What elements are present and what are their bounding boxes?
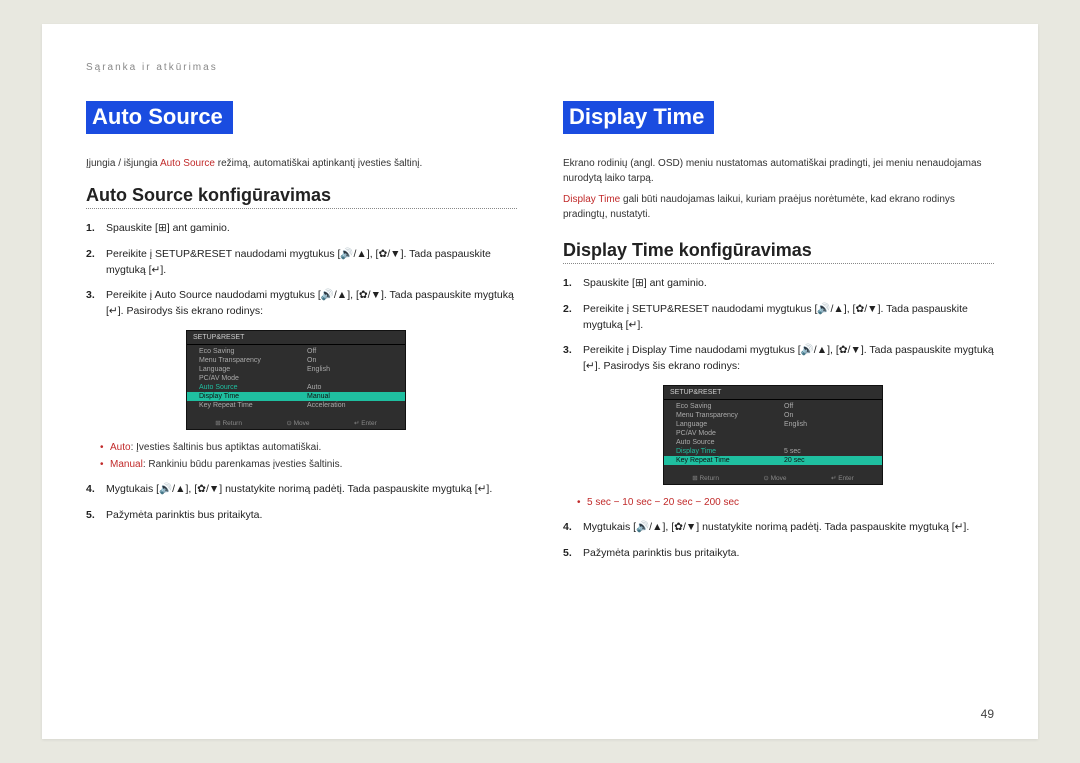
osd-preview-auto-source: SETUP&RESET Eco SavingOffMenu Transparen… bbox=[186, 330, 406, 430]
step-4: 4.Mygtukais [🔊/▲], [✿/▼] nustatykite nor… bbox=[86, 482, 517, 498]
osd-row: Display TimeManual bbox=[187, 392, 405, 401]
osd-row: Auto Source bbox=[664, 438, 882, 447]
osd-row: LanguageEnglish bbox=[187, 365, 405, 374]
subheading-auto-source-config: Auto Source konfigūravimas bbox=[86, 185, 517, 206]
step-1: 1.Spauskite [⊞] ant gaminio. bbox=[86, 221, 517, 237]
step-1: 1.Spauskite [⊞] ant gaminio. bbox=[563, 276, 994, 292]
intro-auto-source: Įjungia / išjungia Auto Source režimą, a… bbox=[86, 156, 517, 171]
page-number: 49 bbox=[981, 707, 994, 721]
option-times: 5 sec − 10 sec − 20 sec − 200 sec bbox=[577, 495, 994, 510]
intro-display-time: Ekrano rodinių (angl. OSD) meniu nustato… bbox=[563, 156, 994, 186]
osd-row: Display Time5 sec bbox=[664, 447, 882, 456]
osd-row: Eco SavingOff bbox=[664, 402, 882, 411]
osd-row: LanguageEnglish bbox=[664, 420, 882, 429]
step-2: 2.Pereikite į SETUP&RESET naudodami mygt… bbox=[86, 247, 517, 279]
osd-row: PC/AV Mode bbox=[664, 429, 882, 438]
rule bbox=[563, 263, 994, 264]
step-3: 3.Pereikite į Display Time naudodami myg… bbox=[563, 343, 994, 375]
osd-preview-display-time: SETUP&RESET Eco SavingOffMenu Transparen… bbox=[663, 385, 883, 485]
osd-row: Menu TransparencyOn bbox=[187, 356, 405, 365]
rule bbox=[86, 208, 517, 209]
option-manual: Manual: Rankiniu būdu parenkamas įvestie… bbox=[100, 457, 517, 472]
col-display-time: Display Time Ekrano rodinių (angl. OSD) … bbox=[563, 101, 994, 571]
step-4: 4.Mygtukais [🔊/▲], [✿/▼] nustatykite nor… bbox=[563, 520, 994, 536]
col-auto-source: Auto Source Įjungia / išjungia Auto Sour… bbox=[86, 101, 517, 571]
breadcrumb: Sąranka ir atkūrimas bbox=[86, 62, 994, 73]
display-time-options: 5 sec − 10 sec − 20 sec − 200 sec bbox=[577, 495, 994, 510]
osd-row: Auto SourceAuto bbox=[187, 383, 405, 392]
option-auto: Auto: Įvesties šaltinis bus aptiktas aut… bbox=[100, 440, 517, 455]
osd-row: Key Repeat TimeAcceleration bbox=[187, 401, 405, 410]
manual-page: Sąranka ir atkūrimas Auto Source Įjungia… bbox=[42, 24, 1038, 739]
note-display-time: Display Time gali būti naudojamas laikui… bbox=[563, 192, 994, 222]
osd-row: Menu TransparencyOn bbox=[664, 411, 882, 420]
subheading-display-time-config: Display Time konfigūravimas bbox=[563, 240, 994, 261]
step-3: 3.Pereikite į Auto Source naudodami mygt… bbox=[86, 288, 517, 320]
steps-auto-source: 1.Spauskite [⊞] ant gaminio. 2.Pereikite… bbox=[86, 221, 517, 320]
osd-row: Key Repeat Time20 sec bbox=[664, 456, 882, 465]
step-5: 5.Pažymėta parinktis bus pritaikyta. bbox=[563, 546, 994, 562]
auto-source-options: Auto: Įvesties šaltinis bus aptiktas aut… bbox=[100, 440, 517, 472]
osd-row: Eco SavingOff bbox=[187, 347, 405, 356]
heading-auto-source: Auto Source bbox=[86, 101, 233, 134]
heading-display-time: Display Time bbox=[563, 101, 714, 134]
osd-row: PC/AV Mode bbox=[187, 374, 405, 383]
steps-display-time: 1.Spauskite [⊞] ant gaminio. 2.Pereikite… bbox=[563, 276, 994, 375]
step-2: 2.Pereikite į SETUP&RESET naudodami mygt… bbox=[563, 302, 994, 334]
step-5: 5.Pažymėta parinktis bus pritaikyta. bbox=[86, 508, 517, 524]
